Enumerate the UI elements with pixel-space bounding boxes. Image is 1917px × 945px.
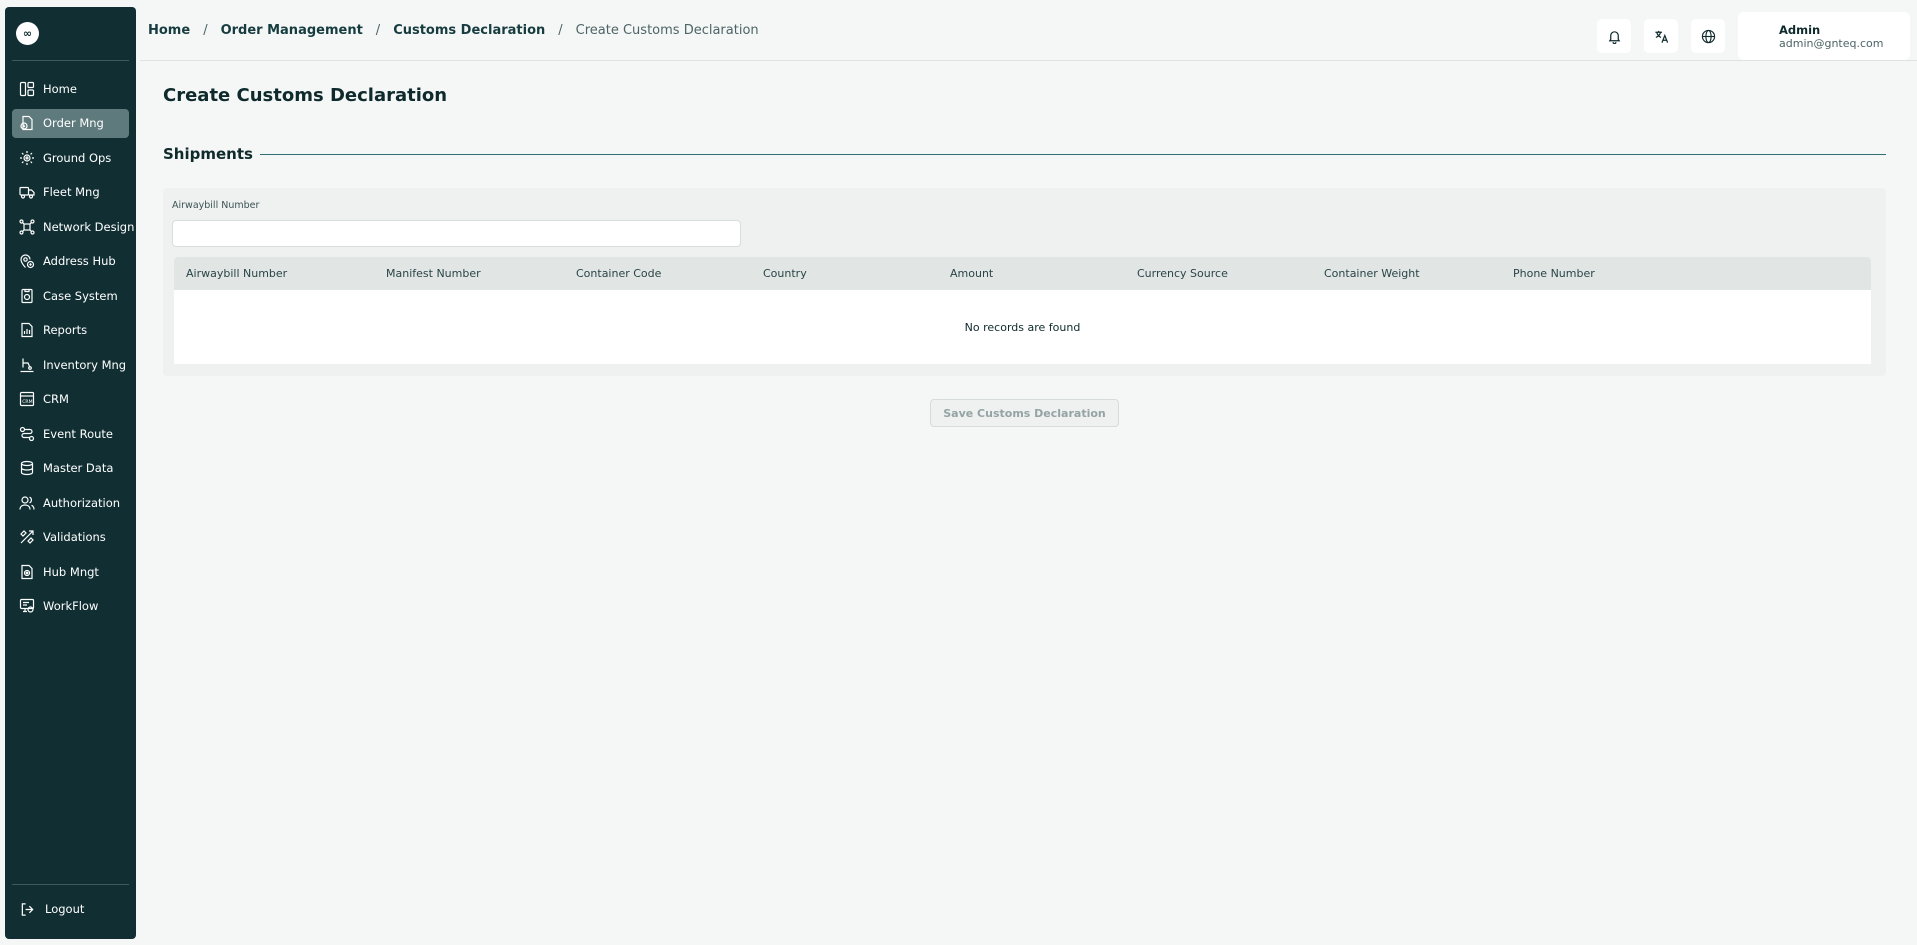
users-icon: [19, 495, 35, 510]
sidebar-item-label: WorkFlow: [43, 599, 99, 613]
sidebar-item-label: Fleet Mng: [43, 185, 100, 199]
route-icon: [19, 426, 35, 441]
column-header[interactable]: Airwaybill Number: [186, 267, 386, 280]
globe-icon: [1701, 29, 1715, 43]
network-icon: [19, 218, 35, 235]
main-content: Create Customs Declaration Shipments Air…: [163, 61, 1886, 427]
table-body: No records are found: [174, 290, 1871, 364]
sidebar-footer: Logout: [12, 884, 129, 939]
sidebar-item-event-route[interactable]: Event Route: [12, 419, 129, 448]
sidebar-item-label: Home: [43, 81, 77, 96]
address-icon: [20, 254, 35, 269]
top-header: Home / Order Management / Customs Declar…: [140, 0, 1917, 61]
sidebar-item-label: CRM: [43, 392, 69, 406]
column-header[interactable]: Amount: [950, 267, 1137, 280]
bell-icon: [1608, 30, 1620, 44]
translate-button[interactable]: [1644, 19, 1678, 53]
sidebar-item-order-mng[interactable]: Order Mng: [12, 108, 129, 138]
sidebar-item-crm[interactable]: CRM CRM: [12, 385, 129, 414]
user-email: admin@gnteq.com: [1779, 36, 1884, 50]
case-icon: [21, 288, 33, 303]
shipments-panel: Airwaybill Number Airwaybill Number Mani…: [163, 188, 1886, 376]
validations-icon: [20, 530, 34, 544]
order-icon: [20, 115, 33, 131]
sidebar-item-label: Network Design: [43, 219, 135, 234]
sidebar-item-label: Address Hub: [43, 254, 116, 268]
column-header[interactable]: Country: [763, 267, 950, 280]
sidebar-item-label: Event Route: [43, 426, 113, 441]
sidebar-item-address-hub[interactable]: Address Hub: [12, 247, 129, 276]
sidebar-item-label: Validations: [43, 530, 106, 544]
crm-icon: CRM: [19, 391, 35, 407]
sidebar-item-validations[interactable]: Validations: [12, 523, 129, 552]
breadcrumb-separator: /: [203, 22, 208, 38]
sidebar-item-fleet-mng[interactable]: Fleet Mng: [12, 178, 129, 207]
logout-label: Logout: [45, 902, 85, 916]
airwaybill-label: Airwaybill Number: [172, 200, 260, 211]
save-customs-declaration-button[interactable]: Save Customs Declaration: [930, 399, 1119, 427]
column-header[interactable]: Manifest Number: [386, 267, 576, 280]
truck-icon: [19, 186, 35, 199]
user-name: Admin: [1779, 22, 1821, 37]
database-icon: [20, 460, 34, 476]
sidebar: ∞ Home Order Mng Ground Ops Fleet Mng Ne…: [5, 7, 136, 939]
airwaybill-input[interactable]: [172, 220, 741, 247]
breadcrumb-order-management[interactable]: Order Management: [221, 23, 363, 38]
header-actions: Admin admin@gnteq.com: [1597, 12, 1910, 60]
section-divider: [259, 153, 1886, 155]
notifications-button[interactable]: [1597, 19, 1631, 53]
column-header[interactable]: Currency Source: [1137, 267, 1324, 280]
shipments-table: Airwaybill Number Manifest Number Contai…: [174, 257, 1871, 364]
sidebar-item-label: Reports: [43, 323, 88, 337]
sidebar-item-case-system[interactable]: Case System: [12, 281, 129, 310]
logout-button[interactable]: Logout: [12, 897, 129, 921]
page-title: Create Customs Declaration: [163, 85, 448, 106]
home-icon: [19, 81, 35, 96]
sidebar-item-label: Case System: [43, 288, 118, 303]
user-profile[interactable]: Admin admin@gnteq.com: [1738, 12, 1910, 60]
sidebar-item-label: Order Mng: [43, 116, 104, 130]
sidebar-item-label: Inventory Mng: [43, 357, 127, 372]
sidebar-item-inventory-mng[interactable]: Inventory Mng: [12, 350, 129, 379]
svg-text:CRM: CRM: [22, 399, 32, 405]
breadcrumb: Home / Order Management / Customs Declar…: [140, 23, 759, 38]
sidebar-item-hub-mngt[interactable]: Hub Mngt: [12, 557, 129, 586]
reports-icon: [21, 322, 33, 338]
breadcrumb-separator: /: [558, 22, 563, 38]
sidebar-item-label: Ground Ops: [43, 150, 112, 165]
sidebar-item-label: Hub Mngt: [43, 564, 99, 579]
language-button[interactable]: [1691, 19, 1725, 53]
sidebar-item-home[interactable]: Home: [12, 74, 129, 103]
sidebar-item-network-design[interactable]: Network Design: [12, 212, 134, 241]
sidebar-nav: Home Order Mng Ground Ops Fleet Mng Netw…: [5, 61, 136, 626]
logout-icon: [21, 902, 34, 916]
translate-icon: [1654, 30, 1668, 43]
logo[interactable]: ∞: [16, 22, 39, 45]
breadcrumb-separator: /: [375, 22, 381, 38]
logo-area: ∞: [12, 7, 129, 61]
workflow-icon: [19, 598, 35, 613]
hub-icon: [21, 564, 33, 579]
sidebar-item-label: Authorization: [43, 495, 121, 510]
inventory-icon: [20, 358, 34, 372]
empty-state-text: No records are found: [964, 320, 1081, 334]
section-title: Shipments: [163, 145, 253, 163]
actions-row: Save Customs Declaration: [163, 399, 1886, 427]
breadcrumb-current: Create Customs Declaration: [575, 22, 759, 38]
section-header: Shipments: [163, 145, 1886, 163]
sidebar-item-reports[interactable]: Reports: [12, 316, 129, 345]
sidebar-item-ground-ops[interactable]: Ground Ops: [12, 143, 129, 172]
sidebar-item-label: Master Data: [43, 461, 114, 475]
sidebar-item-workflow[interactable]: WorkFlow: [12, 592, 129, 621]
table-header: Airwaybill Number Manifest Number Contai…: [174, 257, 1871, 290]
column-header[interactable]: Container Weight: [1324, 267, 1513, 280]
column-header[interactable]: Phone Number: [1513, 267, 1703, 280]
sidebar-item-master-data[interactable]: Master Data: [12, 454, 129, 483]
sidebar-item-authorization[interactable]: Authorization: [12, 488, 129, 517]
ground-ops-icon: [20, 150, 34, 165]
breadcrumb-customs-declaration[interactable]: Customs Declaration: [393, 23, 545, 38]
column-header[interactable]: Container Code: [576, 267, 763, 280]
breadcrumb-home[interactable]: Home: [148, 23, 190, 38]
